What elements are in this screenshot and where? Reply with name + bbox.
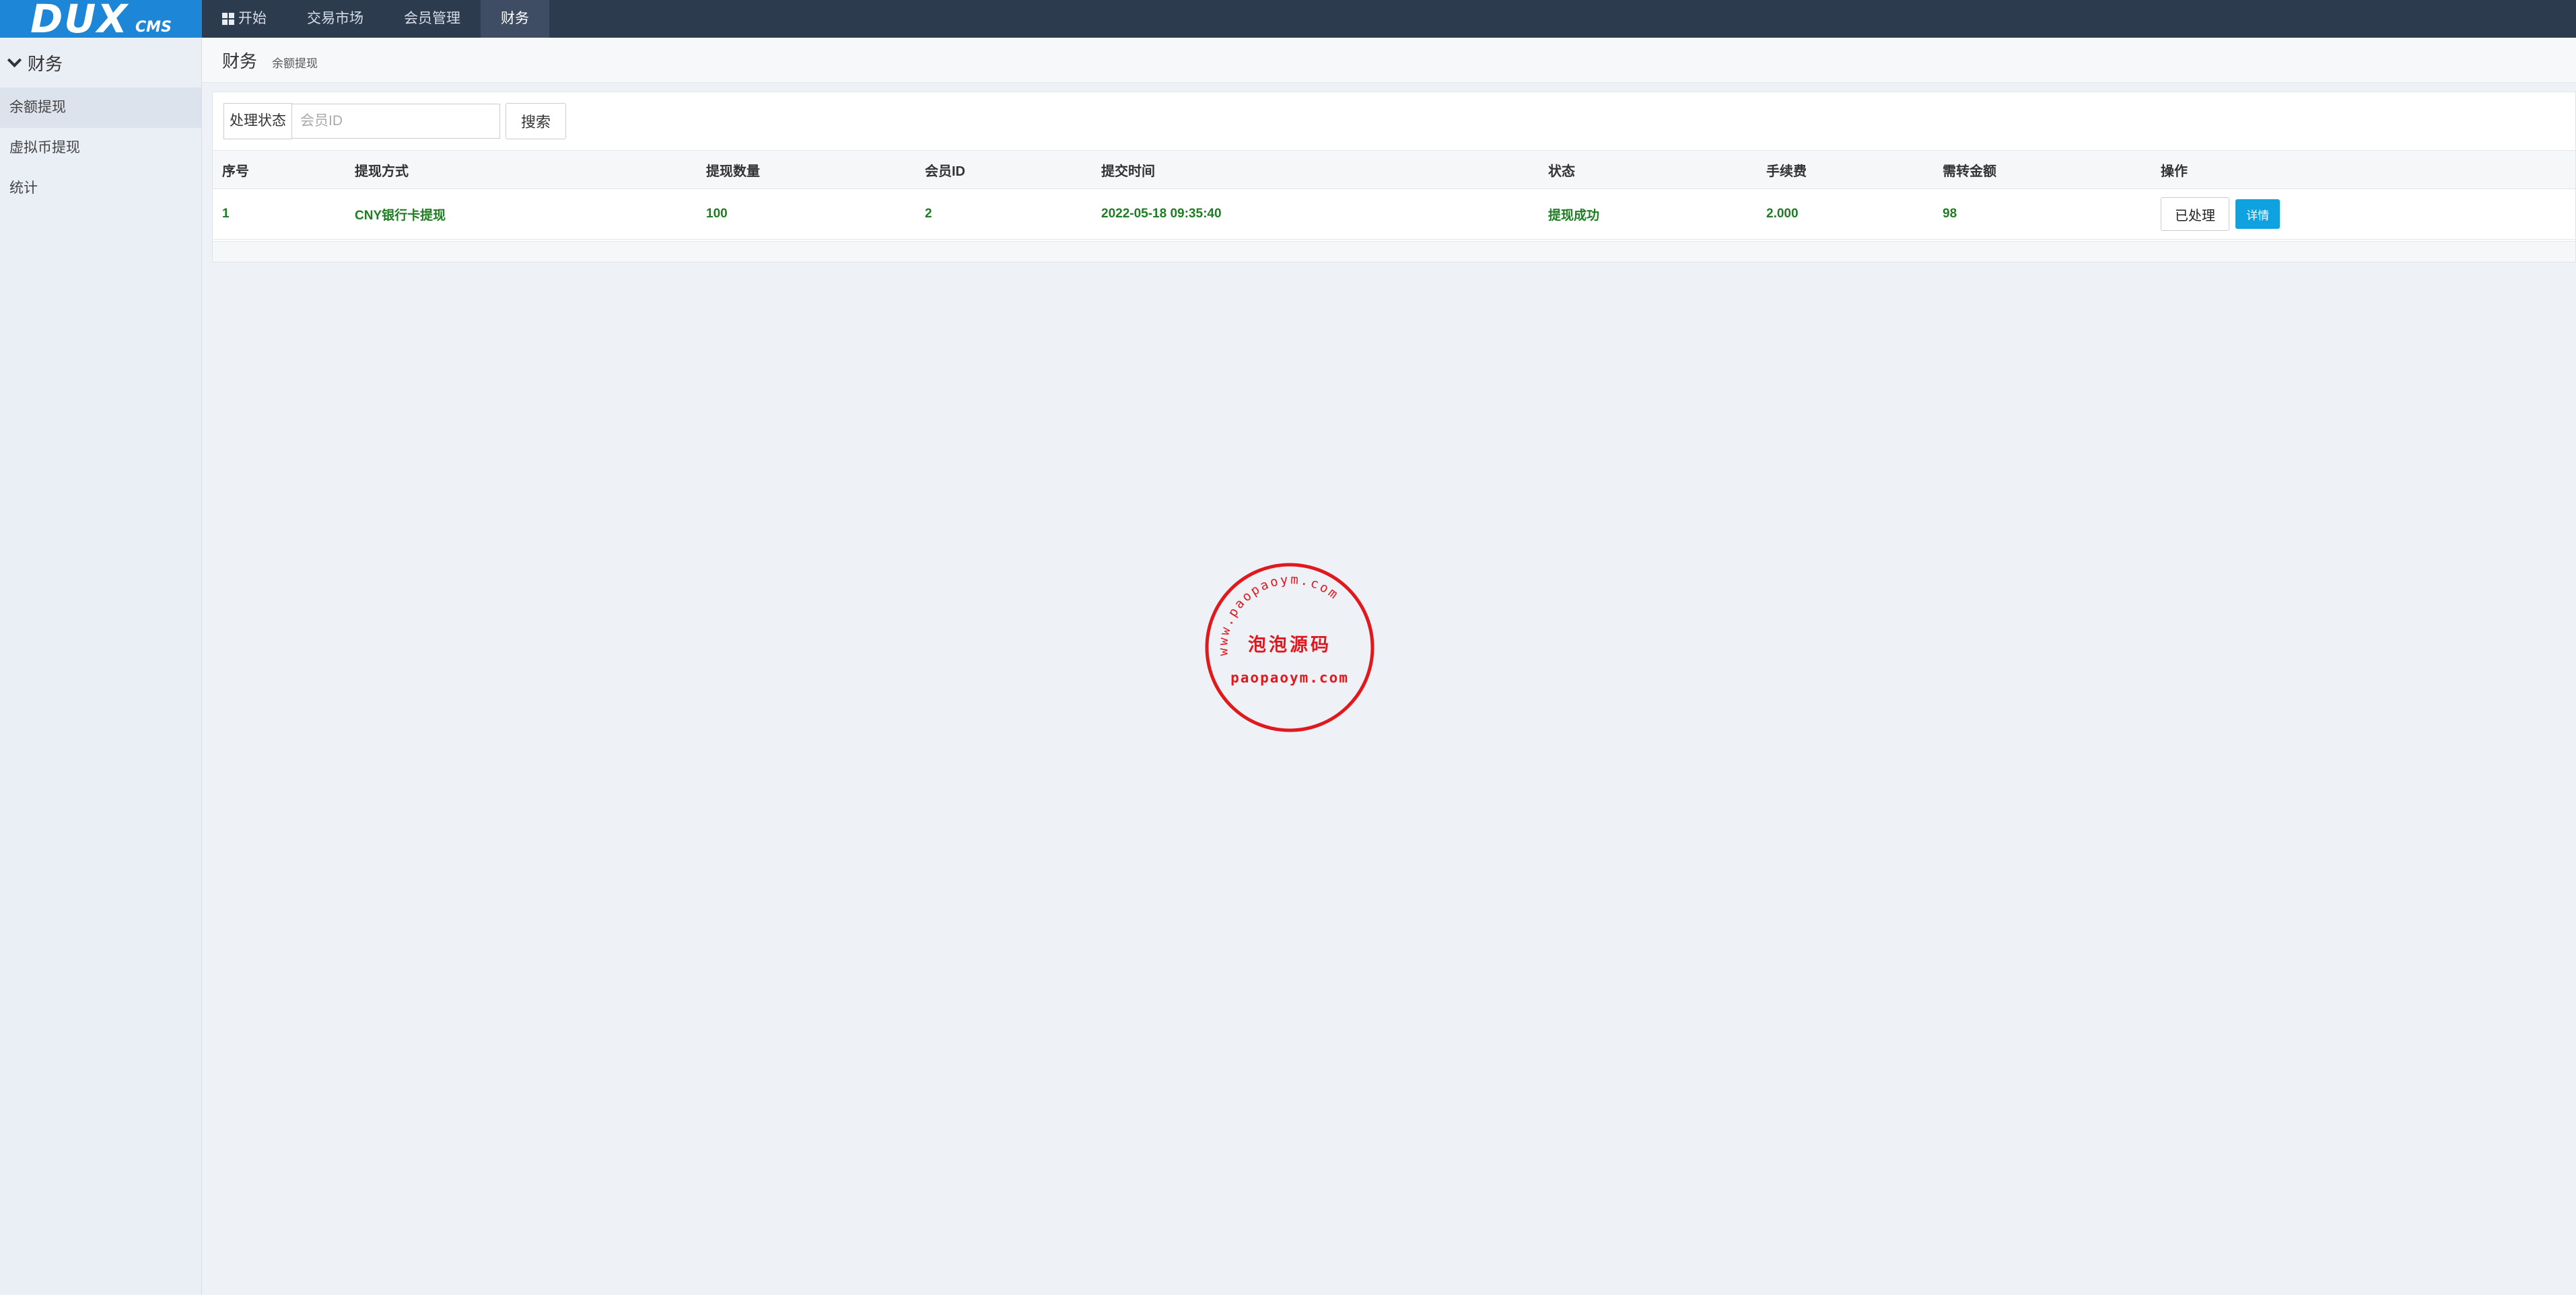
stamp-center-text: 泡泡源码 xyxy=(1248,634,1331,656)
page-subtitle: 余额提现 xyxy=(272,57,318,70)
detail-button[interactable]: 详情 xyxy=(2235,199,2281,229)
sidebar: 财务 余额提现 虚拟币提现 统计 xyxy=(0,38,202,1295)
table-footer xyxy=(213,241,2575,262)
cell-transfer: 98 xyxy=(1933,188,2151,240)
column-header: 会员ID xyxy=(915,150,1092,189)
windows-icon xyxy=(222,13,234,25)
page-title: 财务 xyxy=(222,50,258,71)
logo-sub-text: CMS xyxy=(135,18,172,36)
chevron-down-icon xyxy=(7,53,22,67)
column-header: 提交时间 xyxy=(1092,150,1539,189)
stamp-bottom-text: paopaoym.com xyxy=(1230,670,1349,686)
topnav-label: 财务 xyxy=(501,11,529,26)
column-header: 操作 xyxy=(2151,150,2575,189)
topnav-item-start[interactable]: 开始 xyxy=(202,0,287,38)
column-header: 需转金额 xyxy=(1933,150,2151,189)
cell-status: 提现成功 xyxy=(1539,188,1757,240)
top-nav: 开始 交易市场 会员管理 财务 xyxy=(202,0,549,38)
member-id-input[interactable] xyxy=(292,104,500,139)
sidebar-section-title: 财务 xyxy=(28,53,63,74)
search-button[interactable]: 搜索 xyxy=(506,103,567,139)
watermark-stamp: www.paopaoym.com 泡泡源码 paopaoym.com xyxy=(1205,563,1374,732)
cell-actions: 已处理 详情 xyxy=(2151,188,2575,240)
column-header: 序号 xyxy=(213,150,345,189)
sidebar-section-header[interactable]: 财务 xyxy=(0,38,201,88)
sidebar-item-statistics[interactable]: 统计 xyxy=(0,168,201,209)
column-header: 提现方式 xyxy=(345,150,697,189)
content-panel: 处理状态 搜索 序号 提现方式 提现数量 会员ID 提交时间 状态 手续费 需转… xyxy=(212,92,2576,262)
app-logo[interactable]: DUX CMS xyxy=(0,0,202,38)
processed-button[interactable]: 已处理 xyxy=(2161,197,2229,231)
table-header-row: 序号 提现方式 提现数量 会员ID 提交时间 状态 手续费 需转金额 操作 xyxy=(213,150,2575,189)
status-filter-label[interactable]: 处理状态 xyxy=(223,103,292,139)
cell-fee: 2.000 xyxy=(1757,188,1933,240)
top-navbar: DUX CMS 开始 交易市场 会员管理 财务 xyxy=(0,0,2576,38)
topnav-item-market[interactable]: 交易市场 xyxy=(287,0,384,38)
sidebar-item-label: 余额提现 xyxy=(9,100,66,115)
topnav-item-finance[interactable]: 财务 xyxy=(481,0,549,38)
column-header: 状态 xyxy=(1539,150,1757,189)
table-row: 1 CNY银行卡提现 100 2 2022-05-18 09:35:40 提现成… xyxy=(213,188,2575,240)
filter-bar: 处理状态 搜索 xyxy=(223,103,567,139)
topnav-item-members[interactable]: 会员管理 xyxy=(384,0,481,38)
logo-main-text: DUX xyxy=(30,0,129,42)
column-header: 手续费 xyxy=(1757,150,1933,189)
cell-member-id: 2 xyxy=(915,188,1092,240)
topnav-label: 开始 xyxy=(238,11,267,26)
sidebar-item-label: 统计 xyxy=(9,180,38,196)
sidebar-item-balance-withdraw[interactable]: 余额提现 xyxy=(0,88,201,128)
sidebar-item-label: 虚拟币提现 xyxy=(9,140,80,155)
withdraw-table: 序号 提现方式 提现数量 会员ID 提交时间 状态 手续费 需转金额 操作 1 … xyxy=(213,150,2575,240)
column-header: 提现数量 xyxy=(697,150,915,189)
breadcrumb: 财务 余额提现 xyxy=(202,38,2576,83)
cell-time: 2022-05-18 09:35:40 xyxy=(1092,188,1539,240)
sidebar-item-crypto-withdraw[interactable]: 虚拟币提现 xyxy=(0,128,201,168)
topnav-label: 会员管理 xyxy=(404,11,460,26)
cell-method: CNY银行卡提现 xyxy=(345,188,697,240)
topnav-label: 交易市场 xyxy=(307,11,363,26)
cell-id: 1 xyxy=(213,188,345,240)
cell-amount: 100 xyxy=(697,188,915,240)
